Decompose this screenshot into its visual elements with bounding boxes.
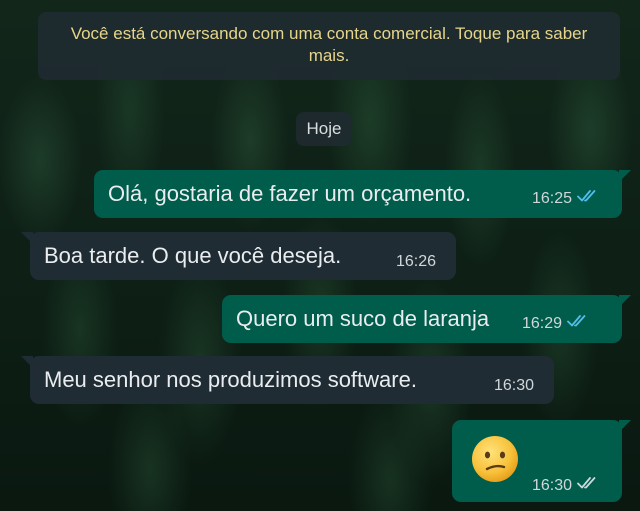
business-account-notice[interactable]: Você está conversando com uma conta come… (38, 12, 620, 80)
message-time: 16:25 (532, 189, 573, 207)
message-text: Meu senhor nos produzimos software. (44, 367, 417, 392)
business-account-notice-text: Você está conversando com uma conta come… (70, 24, 588, 65)
confused-face-icon (472, 436, 518, 482)
message-bubble-outgoing-emoji[interactable]: 16:30 (452, 420, 631, 502)
message-time: 16:30 (494, 377, 535, 394)
message-meta: 16:29 (522, 314, 589, 333)
double-check-delivered-icon (577, 476, 599, 495)
message-meta: 16:30 (532, 476, 599, 495)
message-time: 16:26 (396, 253, 437, 270)
message-text: Olá, gostaria de fazer um orçamento. (108, 181, 472, 206)
message-meta: 16:25 (532, 189, 599, 208)
double-check-read-icon (567, 314, 589, 333)
message-time: 16:30 (532, 476, 573, 494)
double-check-read-icon (577, 189, 599, 208)
message-bubble-incoming[interactable]: Meu senhor nos produzimos software. 16:3… (21, 356, 554, 404)
message-bubble-outgoing[interactable]: Quero um suco de laranja 16:29 (222, 295, 631, 343)
message-text: Quero um suco de laranja (236, 306, 490, 331)
message-bubble-outgoing[interactable]: Olá, gostaria de fazer um orçamento. 16:… (94, 170, 631, 218)
date-separator: Hoje (296, 112, 352, 146)
message-meta: 16:26 (396, 253, 436, 271)
message-bubble-incoming[interactable]: Boa tarde. O que você deseja. 16:26 (21, 232, 456, 280)
message-meta: 16:30 (494, 377, 534, 395)
message-time: 16:29 (522, 314, 563, 332)
message-text: Boa tarde. O que você deseja. (44, 243, 342, 268)
